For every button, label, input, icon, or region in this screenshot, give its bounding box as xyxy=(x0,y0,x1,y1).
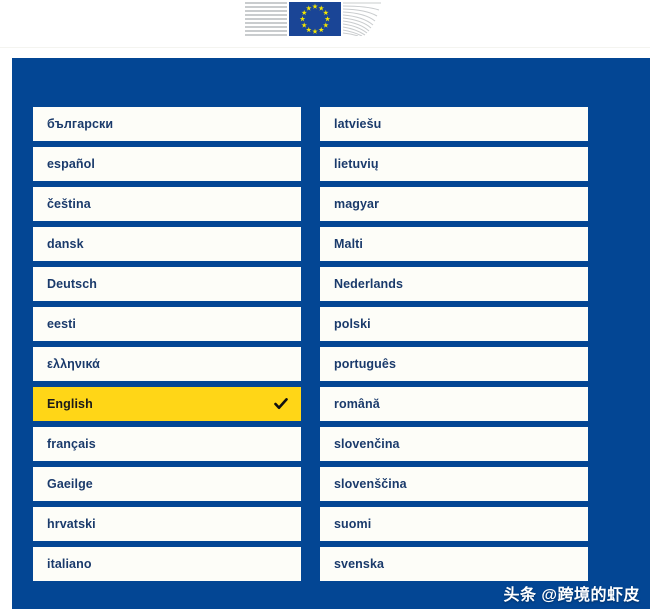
language-label: svenska xyxy=(334,556,385,571)
language-selection-page: български español čeština dansk Deutsch … xyxy=(0,0,650,609)
language-label: polski xyxy=(334,316,371,331)
logo-stripes-right-decoration xyxy=(343,2,383,36)
language-label: Gaeilge xyxy=(47,476,93,491)
language-label: suomi xyxy=(334,516,372,531)
language-option-estonian[interactable]: eesti xyxy=(33,307,301,341)
language-column-left: български español čeština dansk Deutsch … xyxy=(33,107,301,581)
language-option-italian[interactable]: italiano xyxy=(33,547,301,581)
language-option-swedish[interactable]: svenska xyxy=(320,547,588,581)
logo-stripes-left-decoration xyxy=(245,2,287,36)
language-option-slovak[interactable]: slovenčina xyxy=(320,427,588,461)
language-option-irish[interactable]: Gaeilge xyxy=(33,467,301,501)
language-label: slovenščina xyxy=(334,476,407,491)
language-option-polish[interactable]: polski xyxy=(320,307,588,341)
language-label: български xyxy=(47,116,114,131)
language-label: română xyxy=(334,396,380,411)
language-label: español xyxy=(47,156,95,171)
language-label: dansk xyxy=(47,236,84,251)
language-label: ελληνικά xyxy=(47,356,100,371)
language-option-lithuanian[interactable]: lietuvių xyxy=(320,147,588,181)
language-option-german[interactable]: Deutsch xyxy=(33,267,301,301)
language-label: English xyxy=(47,396,93,411)
language-option-spanish[interactable]: español xyxy=(33,147,301,181)
language-option-czech[interactable]: čeština xyxy=(33,187,301,221)
language-option-slovenian[interactable]: slovenščina xyxy=(320,467,588,501)
checkmark-icon xyxy=(274,397,288,411)
language-option-english[interactable]: English xyxy=(33,387,301,421)
language-option-french[interactable]: français xyxy=(33,427,301,461)
language-column-right: latviešu lietuvių magyar Malti Nederland… xyxy=(320,107,588,581)
european-union-flag-icon xyxy=(289,2,341,36)
eu-flag-stars xyxy=(289,2,341,36)
language-columns: български español čeština dansk Deutsch … xyxy=(33,107,629,581)
language-label: čeština xyxy=(47,196,91,211)
language-label: hrvatski xyxy=(47,516,96,531)
language-option-hungarian[interactable]: magyar xyxy=(320,187,588,221)
language-label: Nederlands xyxy=(334,276,404,291)
language-label: eesti xyxy=(47,316,76,331)
language-option-dutch[interactable]: Nederlands xyxy=(320,267,588,301)
language-option-maltese[interactable]: Malti xyxy=(320,227,588,261)
language-label: italiano xyxy=(47,556,92,571)
language-option-finnish[interactable]: suomi xyxy=(320,507,588,541)
language-label: português xyxy=(334,356,397,371)
language-option-portuguese[interactable]: português xyxy=(320,347,588,381)
language-label: slovenčina xyxy=(334,436,400,451)
language-option-danish[interactable]: dansk xyxy=(33,227,301,261)
language-label: Deutsch xyxy=(47,276,98,291)
language-label: français xyxy=(47,436,96,451)
language-selector-panel: български español čeština dansk Deutsch … xyxy=(12,58,650,609)
language-label: magyar xyxy=(334,196,380,211)
language-label: latviešu xyxy=(334,116,382,131)
european-commission-logo xyxy=(245,2,385,38)
language-option-bulgarian[interactable]: български xyxy=(33,107,301,141)
language-option-latvian[interactable]: latviešu xyxy=(320,107,588,141)
language-label: Malti xyxy=(334,236,363,251)
language-option-croatian[interactable]: hrvatski xyxy=(33,507,301,541)
language-label: lietuvių xyxy=(334,156,379,171)
page-header xyxy=(0,0,650,48)
language-option-greek[interactable]: ελληνικά xyxy=(33,347,301,381)
language-option-romanian[interactable]: română xyxy=(320,387,588,421)
